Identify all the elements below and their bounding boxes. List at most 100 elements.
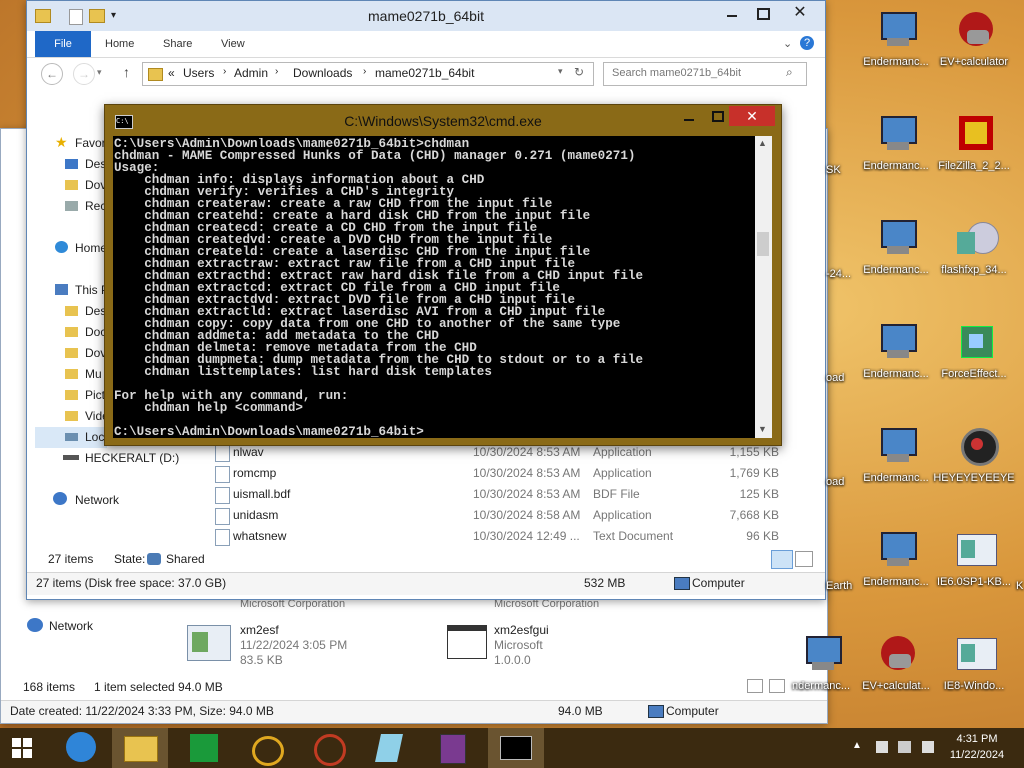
taskbar-cmd-button[interactable] (488, 728, 544, 768)
cmd-minimize-button[interactable] (675, 107, 703, 125)
app-window-icon (955, 530, 997, 572)
desktop-icon-label: ForceEffect... (941, 368, 1007, 380)
clock-date[interactable]: 11/22/2024 (946, 749, 1008, 761)
large-icons-view-button[interactable] (795, 551, 813, 567)
file-type: Application (593, 445, 652, 459)
desktop-icon-label: Endermanc... (863, 472, 929, 484)
tab-home[interactable]: Home (105, 31, 134, 57)
cmd-titlebar[interactable]: C:\ C:\Windows\System32\cmd.exe ✕ (105, 105, 781, 135)
up-button[interactable]: ↑ (123, 64, 130, 80)
sidebar-network[interactable]: Network (53, 490, 173, 511)
breadcrumb-admin[interactable]: Admin (234, 66, 268, 80)
start-button[interactable] (0, 728, 46, 768)
recent-locations-icon[interactable]: ▾ (97, 67, 102, 78)
sidebar-pc-desktop[interactable]: Des (27, 301, 107, 322)
search-box[interactable]: Search mame0271b_64bit ⌕ (603, 62, 807, 86)
cmd-maximize-button[interactable] (703, 107, 731, 125)
file-name: nlwav (233, 445, 264, 459)
address-dropdown-icon[interactable]: ▾ (558, 66, 563, 77)
sidebar-local-disk[interactable]: Loc (35, 427, 107, 448)
address-bar[interactable]: « Users › Admin › Downloads › mame0271b_… (142, 62, 594, 86)
sidebar-music[interactable]: Mu (27, 364, 107, 385)
taskbar-notepad-button[interactable] (362, 728, 418, 768)
cmd-close-button[interactable]: ✕ (729, 106, 775, 126)
breadcrumb-overflow[interactable]: « (168, 66, 175, 80)
taskbar-store-button[interactable] (176, 728, 232, 768)
scroll-up-icon[interactable]: ▲ (758, 138, 767, 148)
search-input[interactable]: Search mame0271b_64bit (612, 67, 741, 79)
details-view-icon[interactable] (747, 679, 763, 693)
tile-xm2esfgui[interactable]: xm2esfgui Microsoft 1.0.0.0 (447, 623, 667, 669)
shared-icon (147, 553, 161, 565)
sidebar-label: Favor (75, 136, 106, 150)
close-button[interactable]: ✕ (777, 1, 823, 23)
forward-button[interactable]: → (73, 63, 95, 85)
taskbar-archive-button[interactable] (424, 728, 480, 768)
edge-label: oad (826, 476, 845, 488)
computer-icon (674, 577, 690, 590)
desktop-icon-label: EV+calculator (939, 56, 1009, 68)
file-size: 96 KB (746, 529, 779, 543)
sidebar-favorites[interactable]: ★ Favor (27, 133, 107, 154)
minimize-button[interactable] (717, 1, 747, 23)
file-row[interactable]: whatsnew 10/30/2024 12:49 ... Text Documen… (207, 526, 807, 547)
sidebar-videos[interactable]: Vide (27, 406, 107, 427)
computer-icon (877, 218, 919, 260)
taskbar-key-button[interactable] (238, 728, 294, 768)
scroll-down-icon[interactable]: ▼ (758, 424, 767, 434)
sidebar-this-pc[interactable]: This P (27, 280, 107, 301)
sidebar-desktop[interactable]: Des (27, 154, 107, 175)
tab-view[interactable]: View (221, 31, 245, 57)
action-center-icon[interactable] (876, 741, 888, 753)
drive-icon (65, 433, 78, 441)
sidebar-label: HECKERALT (D:) (85, 451, 180, 465)
file-size: 1,155 KB (729, 445, 779, 459)
sidebar-pc-downloads[interactable]: Dov (27, 343, 107, 364)
tab-file[interactable]: File (35, 31, 91, 57)
sidebar-drive-d[interactable]: HECKERALT (D:) (63, 448, 223, 469)
sidebar-downloads[interactable]: Dov (27, 175, 107, 196)
sidebar-homegroup[interactable]: Home (27, 238, 107, 259)
downloads-icon (65, 180, 78, 190)
expand-ribbon-icon[interactable]: ⌄ (783, 37, 792, 50)
network-status-icon[interactable] (898, 741, 911, 753)
tab-share[interactable]: Share (163, 31, 192, 57)
windows-icon-pane (23, 738, 32, 747)
file-row[interactable]: uismall.bdf 10/30/2024 8:53 AM BDF File 125… (207, 484, 807, 505)
file-icon (215, 466, 230, 483)
desktop-icon-label: EV+calculat... (862, 680, 930, 692)
back-button[interactable]: ← (41, 63, 63, 85)
volume-muted-icon[interactable] (922, 741, 934, 753)
sidebar-documents[interactable]: Doc (27, 322, 107, 343)
file-row[interactable]: unidasm 10/30/2024 8:58 AM Application 7,66… (207, 505, 807, 526)
desktop-icon-label: Endermanc... (863, 576, 929, 588)
breadcrumb-downloads[interactable]: Downloads (293, 66, 352, 80)
details-view-button[interactable] (771, 550, 793, 569)
clock-time[interactable]: 4:31 PM (950, 733, 1004, 745)
cmd-scrollbar[interactable]: ▲ ▼ (755, 136, 772, 438)
file-icon (215, 508, 230, 525)
maximize-button[interactable] (747, 1, 777, 23)
file-type: BDF File (593, 487, 640, 501)
breadcrumb-users[interactable]: Users (183, 66, 214, 80)
file-row[interactable]: romcmp 10/30/2024 8:53 AM Application 1,769… (207, 463, 807, 484)
tile-xm2esf[interactable]: xm2esf 11/22/2024 3:05 PM 83.5 KB (187, 623, 407, 669)
refresh-icon[interactable]: ↻ (574, 65, 584, 79)
sidebar-label: Mu (85, 367, 102, 381)
sidebar-pictures[interactable]: Pict (27, 385, 107, 406)
search-icon[interactable]: ⌕ (786, 65, 793, 80)
homegroup-icon (55, 241, 68, 253)
sidebar-recent[interactable]: Rec (27, 196, 107, 217)
scroll-thumb[interactable] (757, 232, 769, 256)
breadcrumb-separator: › (223, 66, 227, 77)
breadcrumb-current[interactable]: mame0271b_64bit (375, 66, 474, 80)
taskbar-power-button[interactable] (300, 728, 356, 768)
taskbar-explorer-button[interactable] (112, 728, 168, 768)
taskbar-ie-button[interactable] (54, 728, 110, 768)
explorer-titlebar[interactable]: ▾ mame0271b_64bit ✕ (27, 1, 825, 31)
help-icon[interactable]: ? (800, 36, 814, 50)
notepad-icon (375, 734, 403, 762)
tray-overflow-icon[interactable]: ▲ (852, 740, 862, 751)
package-icon (955, 322, 997, 364)
file-size: 125 KB (739, 487, 779, 501)
